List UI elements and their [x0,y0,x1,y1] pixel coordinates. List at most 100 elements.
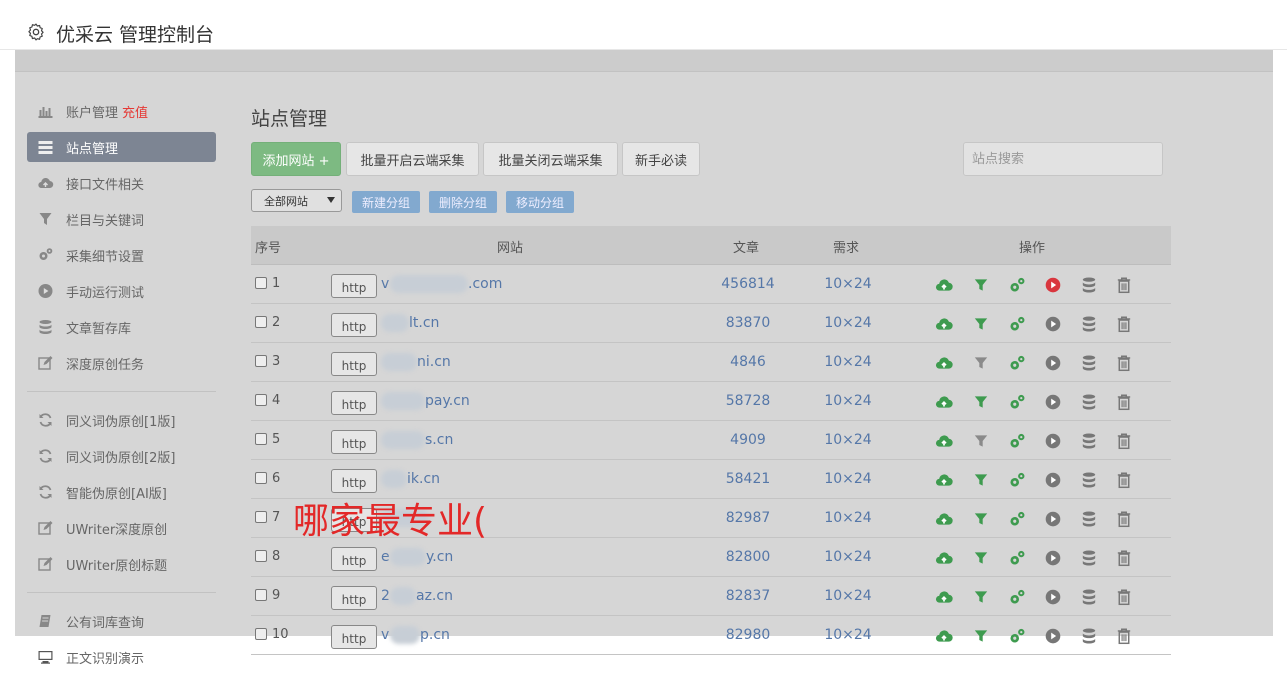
article-count[interactable]: 4846 [711,354,785,370]
sidebar-item-manual-run[interactable]: 手动运行测试 [27,276,216,306]
demand-value[interactable]: 10×24 [808,588,888,604]
cogs-icon[interactable] [1008,276,1026,294]
demand-value[interactable]: 10×24 [808,471,888,487]
demand-value[interactable]: 10×24 [808,354,888,370]
trash-icon[interactable] [1115,276,1133,294]
database-icon[interactable] [1080,276,1098,294]
site-domain-prefix[interactable]: e [381,549,390,565]
play-circle-icon[interactable] [1044,549,1062,567]
row-checkbox[interactable] [255,394,267,406]
sidebar-item-site-management[interactable]: 站点管理 [27,132,216,162]
sidebar-item-collect-settings[interactable]: 采集细节设置 [27,240,216,270]
article-count[interactable]: 58421 [711,471,785,487]
sidebar-item-article-store[interactable]: 文章暂存库 [27,312,216,342]
cogs-icon[interactable] [1008,627,1026,645]
database-icon[interactable] [1080,471,1098,489]
database-icon[interactable] [1080,588,1098,606]
site-domain-prefix[interactable]: v [381,627,389,643]
trash-icon[interactable] [1115,627,1133,645]
new-group-button[interactable]: 新建分组 [352,191,420,213]
filter-icon[interactable] [972,315,990,333]
database-icon[interactable] [1080,510,1098,528]
cloud-upload-icon[interactable] [935,549,953,567]
sidebar-item-deep-original[interactable]: 深度原创任务 [27,348,216,378]
cogs-icon[interactable] [1008,393,1026,411]
filter-icon[interactable] [972,393,990,411]
cogs-icon[interactable] [1008,354,1026,372]
sidebar-item-ai-rewrite[interactable]: 智能伪原创[AI版] [27,477,216,507]
play-circle-icon[interactable] [1044,588,1062,606]
demand-value[interactable]: 10×24 [808,276,888,292]
demand-value[interactable]: 10×24 [808,627,888,643]
article-count[interactable]: 82987 [711,510,785,526]
site-domain-suffix[interactable]: .com [468,276,502,292]
cogs-icon[interactable] [1008,432,1026,450]
play-circle-icon[interactable] [1044,393,1062,411]
trash-icon[interactable] [1115,510,1133,528]
cogs-icon[interactable] [1008,471,1026,489]
article-count[interactable]: 82980 [711,627,785,643]
article-count[interactable]: 58728 [711,393,785,409]
demand-value[interactable]: 10×24 [808,549,888,565]
row-checkbox[interactable] [255,589,267,601]
site-domain-suffix[interactable]: p.cn [420,627,450,643]
trash-icon[interactable] [1115,315,1133,333]
filter-icon[interactable] [972,627,990,645]
database-icon[interactable] [1080,315,1098,333]
site-domain-suffix[interactable]: s.cn [425,432,453,448]
play-circle-icon[interactable] [1044,432,1062,450]
site-domain-suffix[interactable]: ik.cn [407,471,440,487]
row-checkbox[interactable] [255,316,267,328]
site-domain-prefix[interactable]: v [381,276,389,292]
recharge-link[interactable]: 充值 [122,102,148,121]
row-checkbox[interactable] [255,277,267,289]
play-circle-icon[interactable] [1044,471,1062,489]
trash-icon[interactable] [1115,549,1133,567]
group-filter-select[interactable]: 全部网站 [251,189,342,212]
demand-value[interactable]: 10×24 [808,432,888,448]
database-icon[interactable] [1080,432,1098,450]
row-checkbox[interactable] [255,355,267,367]
sidebar-item-account[interactable]: 账户管理 充值 [27,96,216,126]
database-icon[interactable] [1080,393,1098,411]
article-count[interactable]: 83870 [711,315,785,331]
sidebar-item-synonym-v1[interactable]: 同义词伪原创[1版] [27,405,216,435]
sidebar-item-synonym-v2[interactable]: 同义词伪原创[2版] [27,441,216,471]
article-count[interactable]: 4909 [711,432,785,448]
cloud-upload-icon[interactable] [935,393,953,411]
site-search-input[interactable] [963,142,1163,176]
sidebar-item-uwriter-title[interactable]: UWriter原创标题 [27,549,216,579]
article-count[interactable]: 82800 [711,549,785,565]
sidebar-item-uwriter-deep[interactable]: UWriter深度原创 [27,513,216,543]
delete-group-button[interactable]: 删除分组 [429,191,497,213]
row-checkbox[interactable] [255,433,267,445]
article-count[interactable]: 82837 [711,588,785,604]
filter-icon[interactable] [972,276,990,294]
cogs-icon[interactable] [1008,315,1026,333]
article-count[interactable]: 456814 [711,276,785,292]
site-domain-suffix[interactable]: lt.cn [409,315,439,331]
site-domain-suffix[interactable]: y.cn [426,549,453,565]
database-icon[interactable] [1080,354,1098,372]
cloud-upload-icon[interactable] [935,354,953,372]
cogs-icon[interactable] [1008,549,1026,567]
batch-enable-cloud-button[interactable]: 批量开启云端采集 [346,142,479,176]
beginner-guide-button[interactable]: 新手必读 [622,142,700,176]
demand-value[interactable]: 10×24 [808,315,888,331]
trash-icon[interactable] [1115,393,1133,411]
filter-icon[interactable] [972,354,990,372]
cogs-icon[interactable] [1008,510,1026,528]
cloud-upload-icon[interactable] [935,432,953,450]
add-site-button[interactable]: 添加网站 + [251,142,341,176]
row-checkbox[interactable] [255,550,267,562]
filter-icon[interactable] [972,549,990,567]
demand-value[interactable]: 10×24 [808,510,888,526]
cloud-upload-icon[interactable] [935,588,953,606]
play-circle-icon[interactable] [1044,627,1062,645]
row-checkbox[interactable] [255,511,267,523]
play-circle-icon[interactable] [1044,315,1062,333]
cloud-upload-icon[interactable] [935,315,953,333]
site-domain-suffix[interactable]: ni.cn [417,354,451,370]
sidebar-item-text-recognition[interactable]: 正文识别演示 [27,642,216,672]
site-domain-suffix[interactable]: az.cn [416,588,453,604]
